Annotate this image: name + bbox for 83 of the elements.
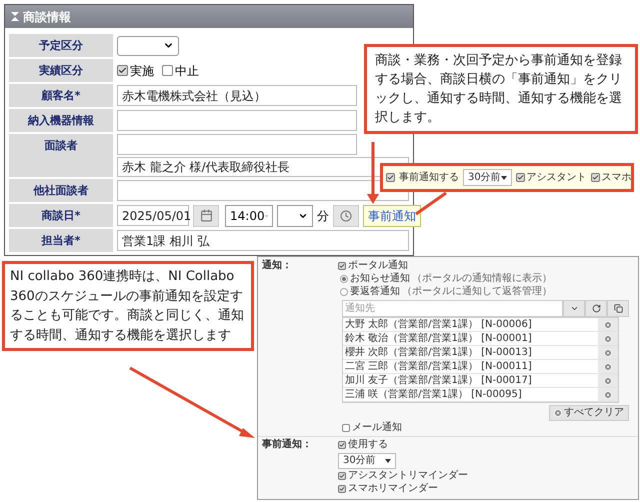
radio-note: （ポータルに通知して返答管理） [402,286,552,298]
checkbox[interactable] [338,472,346,480]
caret-icon [500,176,507,180]
checkbox[interactable] [117,65,128,76]
calendar-icon [200,209,212,222]
radio-note: （ポータルの通知情報に表示） [412,273,552,285]
remove-icon [604,348,612,356]
recipient-item[interactable]: 三浦 咲（営業部/営業1課） [N-00095] [343,388,598,401]
refresh-button[interactable] [585,300,607,317]
recipient-item[interactable]: 櫻井 次郎（営業部/営業1課） [N-00013] [343,346,598,359]
text-field[interactable] [117,134,357,155]
checkbox[interactable] [516,173,525,182]
remove-icon [604,362,612,370]
calendar-button[interactable] [193,204,219,226]
checkbox-label: スマホ [602,171,632,185]
dropdown[interactable] [117,36,179,56]
callout: 商談・業務・次回予定から事前通知を登録する場合、商談日横の「事前通知」をクリックし、通知する時間、通知する機能を選択します。 [364,44,638,134]
checkbox[interactable] [338,441,346,449]
radio-button[interactable] [340,288,348,296]
checkbox-label: アシスタントリマインダー [348,470,468,482]
checkbox-label: ポータル通知 [348,260,408,272]
hour-dropdown[interactable]: 14:00 [225,204,273,226]
caret-icon [385,459,391,463]
checkbox-label: アシスタント [526,171,587,185]
remove-icon [604,376,612,384]
text-field[interactable] [117,180,409,201]
checkbox[interactable] [386,173,395,182]
panel-title: 商談情報 [23,8,71,26]
recipient-item[interactable]: 加川 友子（営業部/営業1課） [N-00017] [343,374,598,387]
remove-icon [604,334,612,342]
section-label: 通知： [261,260,293,273]
refresh-icon [592,304,600,313]
checkbox[interactable] [342,424,350,432]
checkbox[interactable] [338,485,346,493]
checkbox-label: 使用する [348,439,388,451]
remove-button[interactable] [598,374,618,387]
field-label: 商談日* [9,204,113,227]
section-label: 事前通知： [261,439,313,452]
timing-dropdown[interactable]: 30分前 [338,453,396,469]
text-field[interactable] [117,110,357,131]
recipient-item[interactable]: 鈴木 敬治（営業部/営業1課） [N-00001] [343,332,598,345]
remove-button[interactable] [598,332,618,345]
text-field[interactable]: 赤木電機株式会社（見込） [117,85,357,106]
remove-icon [604,390,612,398]
minute-unit: 分 [317,208,329,224]
checkbox[interactable] [590,173,600,182]
field-label: 顧客名* [9,84,113,107]
field-label: 納入機器情報 [9,109,113,132]
collapse-icon[interactable] [11,12,19,21]
text-field[interactable]: 営業1課 相川 弘 [117,230,409,251]
radio-button[interactable] [340,275,348,283]
checkbox-label: 実施 [130,62,154,80]
remove-button[interactable] [598,346,618,359]
checkbox-label: メール通知 [352,422,402,434]
field-label: 面談者 [9,134,113,177]
clock-button[interactable] [333,204,359,226]
recipient-item[interactable]: 大野 太郎（営業部/営業1課） [N-00006] [343,318,598,331]
chevron-down-icon [570,304,578,313]
callout: NI collabo 360連携時は、NI Collabo 360のスケジュールの事前通知を設定することも可能です。商談と同じく、通知する時間、通知する機能を選択します [2,261,254,351]
minute-dropdown[interactable] [277,204,313,226]
checkbox[interactable] [338,262,346,270]
checkbox-label: スマホリマインダー [348,483,438,495]
text-field[interactable]: 2025/05/01 [117,205,189,226]
remove-button[interactable] [598,360,618,373]
radio-label: お知らせ通知 [350,273,410,285]
copy-button[interactable] [607,300,629,317]
clear-icon [554,409,562,417]
checkbox[interactable] [162,65,173,76]
remove-button[interactable] [598,388,618,401]
radio-label: 要返答通知 [350,286,400,298]
field-label: 他社面談者 [9,179,113,202]
checkbox-label: 中止 [175,62,199,80]
copy-icon [614,304,622,313]
field-label: 予定区分 [9,34,113,57]
timing-dropdown[interactable]: 30分前 [463,169,512,186]
clear-all-button[interactable]: すべてクリア [549,405,629,421]
arrow [367,142,379,204]
remove-icon [604,320,612,328]
recipient-item[interactable]: 二宮 三郎（営業部/営業1課） [N-00011] [343,360,598,373]
advance-notice-button[interactable]: 事前通知 [363,204,421,226]
clock-icon [340,210,352,222]
field-label: 実績区分 [9,59,113,82]
field-label: 担当者* [9,229,113,252]
